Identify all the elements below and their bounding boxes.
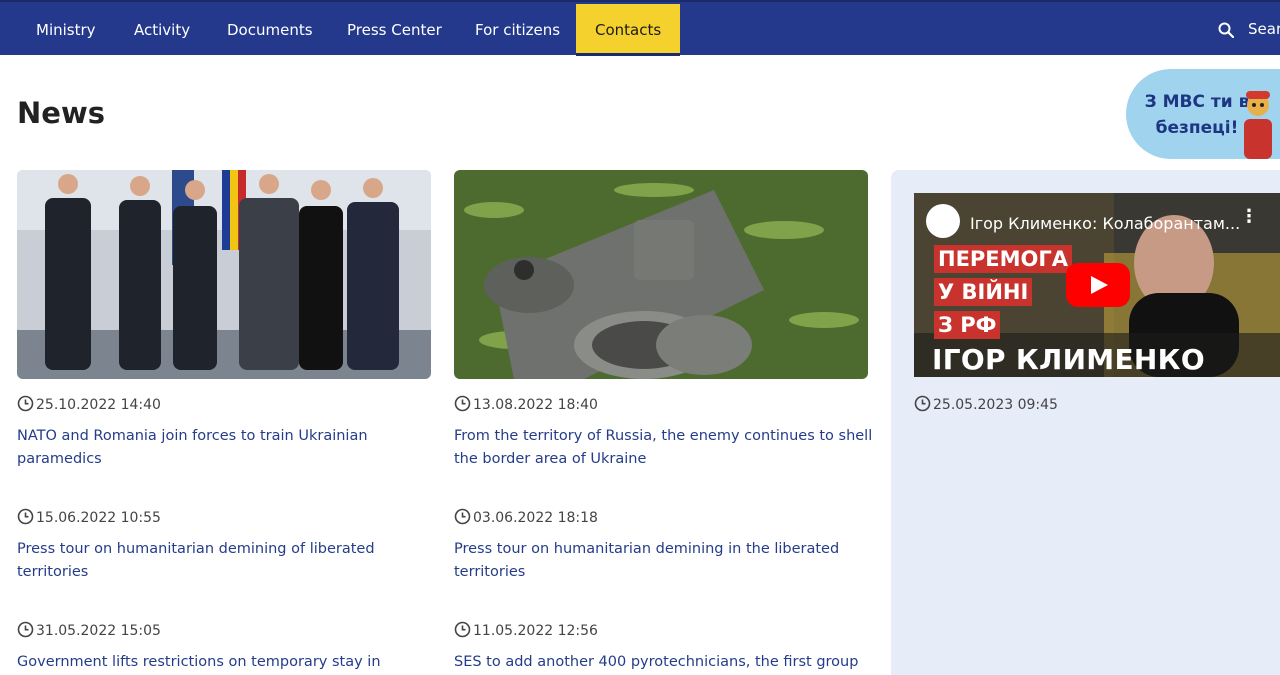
news-date: 25.10.2022 14:40: [17, 395, 161, 415]
news-date: 11.05.2022 12:56: [454, 621, 598, 641]
mascot-figure: [1244, 91, 1272, 159]
news-date-text: 03.06.2022 18:18: [473, 510, 598, 526]
news-title-link[interactable]: NATO and Romania join forces to train Uk…: [17, 425, 437, 470]
news-photo: [454, 170, 868, 379]
news-title-link[interactable]: Government lifts restrictions on tempora…: [17, 651, 437, 675]
clock-icon: [454, 395, 471, 412]
news-image-nato[interactable]: [17, 170, 431, 379]
news-date: 15.06.2022 10:55: [17, 508, 161, 528]
channel-logo[interactable]: [926, 204, 960, 238]
news-title-link[interactable]: SES to add another 400 pyrotechnicians, …: [454, 651, 874, 675]
headline-line: З РФ: [934, 311, 1001, 339]
search-button[interactable]: Sear: [1218, 20, 1280, 42]
play-icon[interactable]: [1066, 263, 1130, 307]
nav-item-activity[interactable]: Activity: [134, 4, 190, 56]
news-title-link[interactable]: Press tour on humanitarian demining of l…: [17, 538, 437, 583]
search-icon: [1218, 22, 1235, 38]
headline-line: У ВІЙНІ: [934, 278, 1033, 306]
news-date-text: 31.05.2022 15:05: [36, 623, 161, 639]
news-title-link[interactable]: Press tour on humanitarian demining in t…: [454, 538, 874, 583]
news-date: 03.06.2022 18:18: [454, 508, 598, 528]
news-date-text: 13.08.2022 18:40: [473, 397, 598, 413]
headline-line: ПЕРЕМОГА: [934, 245, 1073, 273]
video-date: 25.05.2023 09:45: [914, 395, 1058, 415]
video-date-text: 25.05.2023 09:45: [933, 397, 1058, 413]
nav-item-documents[interactable]: Documents: [227, 4, 313, 56]
clock-icon: [17, 621, 34, 638]
news-date: 13.08.2022 18:40: [454, 395, 598, 415]
news-date-text: 11.05.2022 12:56: [473, 623, 598, 639]
clock-icon: [454, 508, 471, 525]
clock-icon: [17, 508, 34, 525]
video-caption-name: ІГОР КЛИМЕНКО: [932, 343, 1205, 376]
nav-item-ministry[interactable]: Ministry: [36, 4, 96, 56]
more-options-icon[interactable]: ⋮: [1240, 208, 1258, 226]
clock-icon: [914, 395, 931, 412]
banner-text: З МВС ти в безпеці!: [1144, 92, 1250, 138]
news-photo: [17, 170, 431, 379]
news-image-shelling[interactable]: [454, 170, 868, 379]
video-headline: ПЕРЕМОГА У ВІЙНІ З РФ: [934, 245, 1073, 344]
clock-icon: [454, 621, 471, 638]
news-title-link[interactable]: From the territory of Russia, the enemy …: [454, 425, 874, 470]
video-title[interactable]: Ігор Клименко: Колаборантам...: [970, 214, 1240, 233]
page-title: News: [17, 96, 105, 130]
clock-icon: [17, 395, 34, 412]
top-navigation: Ministry Activity Documents Press Center…: [0, 0, 1280, 56]
news-date: 31.05.2022 15:05: [17, 621, 161, 641]
nav-item-for-citizens[interactable]: For citizens: [475, 4, 560, 56]
news-date-text: 25.10.2022 14:40: [36, 397, 161, 413]
nav-item-contacts[interactable]: Contacts: [576, 4, 681, 56]
search-label: Sear: [1248, 20, 1280, 38]
nav-item-press-center[interactable]: Press Center: [347, 4, 442, 56]
news-date-text: 15.06.2022 10:55: [36, 510, 161, 526]
video-player[interactable]: Ігор Клименко: Колаборантам... ⋮ ПЕРЕМОГ…: [914, 193, 1280, 377]
promo-banner[interactable]: З МВС ти в безпеці!: [1126, 69, 1280, 159]
